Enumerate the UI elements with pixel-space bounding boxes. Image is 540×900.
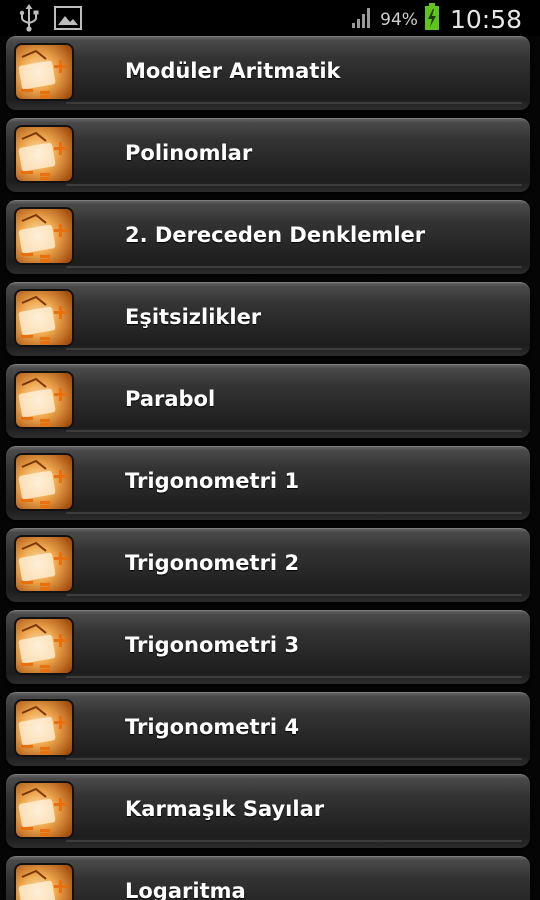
math-book-icon xyxy=(14,863,74,900)
list-item[interactable]: Trigonometri 4 xyxy=(6,692,530,766)
math-book-icon xyxy=(14,207,74,265)
list-item-label: Trigonometri 1 xyxy=(125,469,300,493)
list-item-label: Trigonometri 3 xyxy=(125,633,300,657)
math-book-icon xyxy=(14,699,74,757)
list-item[interactable]: Eşitsizlikler xyxy=(6,282,530,356)
list-item[interactable]: 2. Dereceden Denklemler xyxy=(6,200,530,274)
math-book-icon xyxy=(14,453,74,511)
list-item[interactable]: Trigonometri 1 xyxy=(6,446,530,520)
list-item-label: Karmaşık Sayılar xyxy=(125,797,325,821)
status-bar: 94% 10:58 xyxy=(0,0,540,36)
list-item-label: Parabol xyxy=(125,387,216,411)
math-book-icon xyxy=(14,617,74,675)
list-item-label: Modüler Aritmatik xyxy=(125,59,341,83)
math-book-icon xyxy=(14,43,74,101)
status-bar-left xyxy=(18,4,82,37)
image-icon xyxy=(54,5,82,36)
usb-icon xyxy=(18,4,40,37)
list-item[interactable]: Polinomlar xyxy=(6,118,530,192)
math-book-icon xyxy=(14,371,74,429)
list-item[interactable]: Trigonometri 3 xyxy=(6,610,530,684)
math-book-icon xyxy=(14,535,74,593)
status-bar-right: 94% 10:58 xyxy=(350,3,522,36)
topic-list[interactable]: Modüler Aritmatik Polinomlar 2. Derecede… xyxy=(0,36,540,900)
list-item-label: Eşitsizlikler xyxy=(125,305,262,329)
list-item[interactable]: Karmaşık Sayılar xyxy=(6,774,530,848)
math-book-icon xyxy=(14,289,74,347)
list-item-label: 2. Dereceden Denklemler xyxy=(125,223,426,247)
list-item-label: Trigonometri 4 xyxy=(125,715,300,739)
math-book-icon xyxy=(14,125,74,183)
status-clock: 10:58 xyxy=(449,5,522,34)
math-book-icon xyxy=(14,781,74,839)
list-item-label: Trigonometri 2 xyxy=(125,551,300,575)
list-item[interactable]: Trigonometri 2 xyxy=(6,528,530,602)
battery-charging-icon xyxy=(424,3,440,36)
list-item[interactable]: Logaritma xyxy=(6,856,530,900)
battery-percent: 94% xyxy=(380,9,418,30)
list-item[interactable]: Modüler Aritmatik xyxy=(6,36,530,110)
list-item[interactable]: Parabol xyxy=(6,364,530,438)
list-item-label: Logaritma xyxy=(125,879,246,900)
signal-icon xyxy=(350,4,374,35)
list-item-label: Polinomlar xyxy=(125,141,253,165)
